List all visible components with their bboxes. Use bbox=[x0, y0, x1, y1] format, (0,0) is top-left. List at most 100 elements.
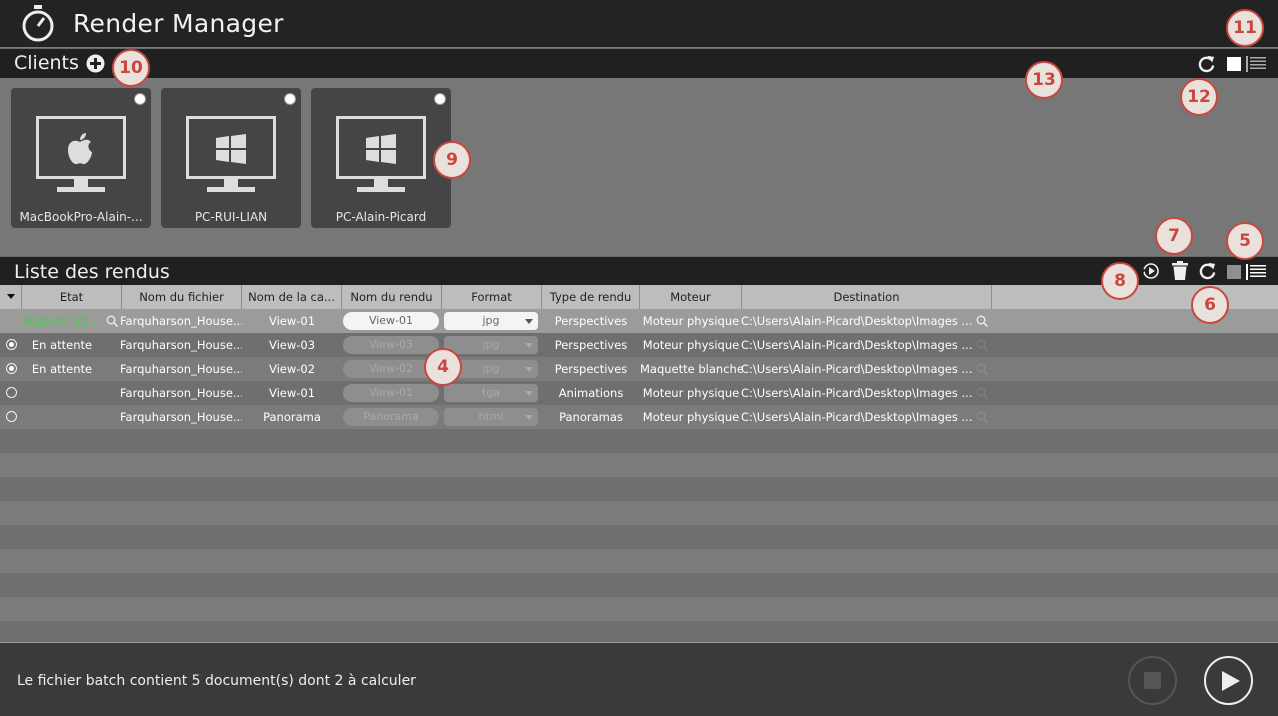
render-name-input[interactable]: View-03 bbox=[343, 336, 439, 354]
select-all-dropdown[interactable] bbox=[0, 285, 22, 309]
file-name: Farquharson_House... bbox=[120, 362, 242, 376]
magnifier-icon[interactable] bbox=[976, 363, 988, 375]
callout-badge: 7 bbox=[1155, 217, 1193, 255]
callout-badge: 6 bbox=[1191, 286, 1229, 324]
render-type: Perspectives bbox=[554, 314, 628, 328]
format-select[interactable]: html bbox=[444, 408, 538, 426]
render-name-input[interactable]: Panorama bbox=[343, 408, 439, 426]
camera-name: View-03 bbox=[268, 338, 316, 352]
destination-path: C:\Users\Alain-Picard\Desktop\Images ... bbox=[741, 338, 973, 352]
grid-view-icon[interactable] bbox=[1227, 57, 1241, 71]
render-engine: Moteur physique bbox=[642, 338, 740, 352]
row-select-radio[interactable] bbox=[6, 339, 17, 350]
destination-path: C:\Users\Alain-Picard\Desktop\Images ... bbox=[741, 386, 973, 400]
list-view-icon[interactable] bbox=[1246, 56, 1266, 72]
render-engine: Maquette blanche bbox=[640, 362, 742, 376]
render-queue-icon[interactable] bbox=[1142, 262, 1160, 280]
row-select-radio[interactable] bbox=[6, 387, 17, 398]
destination-path: C:\Users\Alain-Picard\Desktop\Images ... bbox=[741, 410, 973, 424]
play-icon bbox=[1222, 671, 1240, 691]
empty-row bbox=[0, 477, 1278, 501]
renders-title: Liste des rendus bbox=[14, 261, 170, 283]
grid-view-icon[interactable] bbox=[1227, 265, 1241, 279]
clients-title: Clients bbox=[14, 52, 79, 74]
empty-row bbox=[0, 501, 1278, 525]
row-select-radio[interactable] bbox=[6, 363, 17, 374]
magnifier-icon[interactable] bbox=[976, 411, 988, 423]
callout-badge: 11 bbox=[1226, 9, 1264, 47]
client-select-radio[interactable] bbox=[134, 93, 146, 105]
renders-table-body: 2016-07-25 ... Farquharson_House... View… bbox=[0, 309, 1278, 642]
file-name: Farquharson_House... bbox=[120, 410, 242, 424]
client-select-radio[interactable] bbox=[284, 93, 296, 105]
client-card[interactable]: MacBookPro-Alain-... bbox=[11, 88, 151, 228]
apple-icon bbox=[68, 133, 92, 165]
format-select[interactable]: jpg bbox=[444, 336, 538, 354]
callout-badge: 12 bbox=[1180, 78, 1218, 116]
render-engine: Moteur physique bbox=[642, 386, 740, 400]
renders-header: Liste des rendus bbox=[0, 256, 1278, 285]
trash-icon[interactable] bbox=[1172, 261, 1188, 280]
table-row[interactable]: Farquharson_House... Panorama Panorama h… bbox=[0, 405, 1278, 429]
stop-button[interactable] bbox=[1128, 656, 1177, 705]
table-row[interactable]: 2016-07-25 ... Farquharson_House... View… bbox=[0, 309, 1278, 333]
table-row[interactable]: En attente Farquharson_House... View-02 … bbox=[0, 357, 1278, 381]
empty-row bbox=[0, 429, 1278, 453]
client-card[interactable]: PC-Alain-Picard bbox=[311, 88, 451, 228]
render-engine: Moteur physique bbox=[642, 410, 740, 424]
list-view-icon[interactable] bbox=[1246, 264, 1266, 280]
column-header-format[interactable]: Format bbox=[442, 285, 542, 309]
stopwatch-icon bbox=[22, 5, 54, 42]
add-client-icon[interactable] bbox=[86, 54, 105, 73]
camera-name: View-02 bbox=[268, 362, 316, 376]
magnifier-icon[interactable] bbox=[106, 315, 118, 327]
render-type: Panoramas bbox=[559, 410, 623, 424]
row-select-radio[interactable] bbox=[6, 411, 17, 422]
start-button[interactable] bbox=[1204, 656, 1253, 705]
magnifier-icon[interactable] bbox=[976, 387, 988, 399]
client-select-radio[interactable] bbox=[434, 93, 446, 105]
render-status: En attente bbox=[31, 362, 93, 376]
render-name-input[interactable]: View-01 bbox=[343, 384, 439, 402]
refresh-renders-icon[interactable] bbox=[1198, 261, 1217, 280]
render-status: 2016-07-25 ... bbox=[22, 314, 102, 328]
renders-table-header: Etat Nom du fichier Nom de la ca... Nom … bbox=[0, 285, 1278, 309]
client-name: MacBookPro-Alain-... bbox=[19, 210, 143, 224]
render-status: En attente bbox=[31, 338, 93, 352]
refresh-clients-icon[interactable] bbox=[1197, 54, 1216, 73]
callout-badge: 9 bbox=[433, 141, 471, 179]
format-select[interactable]: jpg bbox=[444, 312, 538, 330]
column-header-type[interactable]: Type de rendu bbox=[542, 285, 640, 309]
callout-badge: 8 bbox=[1101, 262, 1139, 300]
callout-badge: 13 bbox=[1025, 61, 1063, 99]
empty-row bbox=[0, 621, 1278, 642]
render-name-input[interactable]: View-01 bbox=[343, 312, 439, 330]
destination-path: C:\Users\Alain-Picard\Desktop\Images ... bbox=[741, 314, 973, 328]
format-select[interactable]: tga bbox=[444, 384, 538, 402]
column-header-rendu[interactable]: Nom du rendu bbox=[342, 285, 442, 309]
render-type: Perspectives bbox=[554, 338, 628, 352]
client-card[interactable]: PC-RUI-LIAN bbox=[161, 88, 301, 228]
column-header-camera[interactable]: Nom de la ca... bbox=[242, 285, 342, 309]
column-header-etat[interactable]: Etat bbox=[22, 285, 122, 309]
clients-panel: MacBookPro-Alain-... PC-RUI-LIAN PC-Alai… bbox=[0, 78, 1278, 255]
table-row[interactable]: Farquharson_House... View-01 View-01 tga… bbox=[0, 381, 1278, 405]
status-bar: Le fichier batch contient 5 document(s) … bbox=[0, 642, 1278, 716]
camera-name: View-01 bbox=[268, 314, 316, 328]
callout-badge: 5 bbox=[1226, 222, 1264, 260]
file-name: Farquharson_House... bbox=[120, 386, 242, 400]
camera-name: View-01 bbox=[268, 386, 316, 400]
callout-badge: 4 bbox=[424, 348, 462, 386]
magnifier-icon[interactable] bbox=[976, 339, 988, 351]
app-title: Render Manager bbox=[73, 9, 284, 38]
empty-row bbox=[0, 573, 1278, 597]
render-type: Animations bbox=[558, 386, 624, 400]
column-header-fichier[interactable]: Nom du fichier bbox=[122, 285, 242, 309]
render-status bbox=[22, 405, 102, 429]
windows-icon bbox=[366, 134, 396, 164]
column-header-moteur[interactable]: Moteur bbox=[640, 285, 742, 309]
table-row[interactable]: En attente Farquharson_House... View-03 … bbox=[0, 333, 1278, 357]
render-status bbox=[22, 381, 102, 405]
column-header-destination[interactable]: Destination bbox=[742, 285, 992, 309]
magnifier-icon[interactable] bbox=[976, 315, 988, 327]
